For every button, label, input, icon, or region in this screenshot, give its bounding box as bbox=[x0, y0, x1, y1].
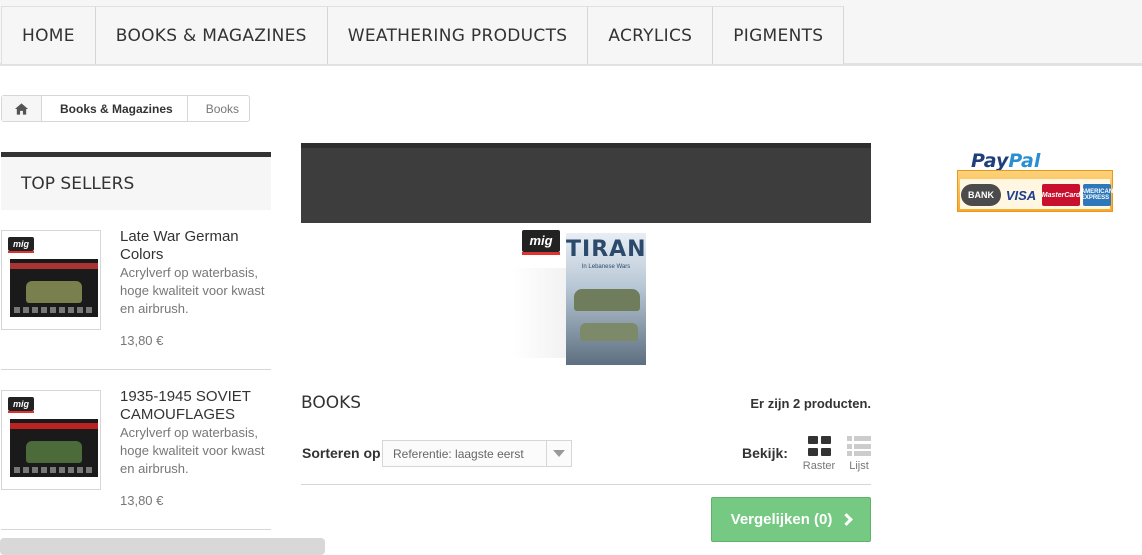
top-seller-item: mig Late War German Colors Acrylverf op … bbox=[1, 210, 271, 370]
product-price: 13,80 € bbox=[120, 333, 164, 348]
horizontal-scrollbar[interactable] bbox=[0, 538, 325, 555]
payment-cards-strip: BANK VISA MasterCard AMERICAN EXPRESS bbox=[957, 170, 1113, 212]
brand-logo: mig bbox=[8, 397, 34, 413]
top-menu: HOME BOOKS & MAGAZINES WEATHERING PRODUC… bbox=[1, 6, 845, 64]
top-navigation: HOME BOOKS & MAGAZINES WEATHERING PRODUC… bbox=[0, 0, 1142, 66]
compare-label: Vergelijken (0) bbox=[730, 511, 833, 528]
product-title[interactable]: Late War German Colors bbox=[120, 228, 270, 264]
compare-button[interactable]: Vergelijken (0) bbox=[711, 497, 871, 542]
product-description: Acrylverf op waterbasis, hoge kwaliteit … bbox=[120, 265, 265, 316]
top-sellers-heading[interactable]: TOP SELLERS bbox=[1, 152, 271, 210]
chevron-down-icon[interactable] bbox=[546, 441, 571, 466]
brand-logo: mig bbox=[522, 230, 560, 255]
nav-item-pigments[interactable]: PIGMENTS bbox=[713, 7, 845, 64]
view-list-button[interactable]: Lijst bbox=[839, 436, 879, 476]
list-icon bbox=[847, 436, 871, 456]
breadcrumb-item-books-magazines[interactable]: Books & Magazines bbox=[42, 96, 188, 121]
book-cover-title: TIRAN bbox=[566, 237, 646, 262]
sort-selected-value: Referentie: laagste eerst bbox=[393, 446, 524, 461]
product-title[interactable]: 1935-1945 SOVIET CAMOUFLAGES bbox=[120, 388, 270, 424]
nav-item-acrylics[interactable]: ACRYLICS bbox=[588, 7, 714, 64]
sort-select[interactable]: Referentie: laagste eerst bbox=[382, 440, 572, 467]
paypal-logo[interactable]: PayPal BANK VISA MasterCard AMERICAN EXP… bbox=[957, 150, 1113, 212]
home-icon bbox=[14, 102, 29, 115]
product-description: Acrylverf op waterbasis, hoge kwaliteit … bbox=[120, 425, 265, 476]
view-grid-label: Raster bbox=[802, 460, 836, 472]
divider bbox=[301, 484, 871, 485]
book-cover: TIRAN In Lebanese Wars bbox=[566, 233, 646, 365]
product-thumbnail[interactable]: mig bbox=[1, 230, 101, 330]
breadcrumb-home[interactable] bbox=[2, 96, 42, 121]
view-grid-button[interactable]: Raster bbox=[799, 436, 839, 476]
product-box-image bbox=[10, 259, 98, 317]
nav-item-books-magazines[interactable]: BOOKS & MAGAZINES bbox=[95, 7, 328, 64]
breadcrumb: Books & Magazines Books bbox=[1, 95, 251, 122]
amex-icon: AMERICAN EXPRESS bbox=[1081, 184, 1113, 206]
category-heading: BOOKS bbox=[301, 393, 362, 413]
visa-icon: VISA bbox=[1005, 187, 1037, 203]
product-thumbnail[interactable]: mig bbox=[1, 390, 101, 490]
grid-icon bbox=[807, 436, 831, 456]
nav-item-weathering-products[interactable]: WEATHERING PRODUCTS bbox=[327, 7, 589, 64]
mastercard-icon: MasterCard bbox=[1042, 184, 1080, 206]
paypal-wordmark: PayPal bbox=[971, 150, 1041, 172]
product-price: 13,80 € bbox=[120, 493, 164, 508]
nav-item-home[interactable]: HOME bbox=[2, 7, 96, 64]
bank-icon: BANK bbox=[961, 184, 1001, 206]
category-banner bbox=[301, 143, 871, 223]
breadcrumb-item-books: Books bbox=[205, 101, 240, 116]
view-label: Bekijk: bbox=[742, 445, 788, 461]
brand-logo: mig bbox=[8, 237, 34, 253]
top-seller-item: mig 1935-1945 SOVIET CAMOUFLAGES Acrylve… bbox=[1, 370, 271, 530]
chevron-right-icon bbox=[840, 513, 854, 526]
book-cover-subtitle: In Lebanese Wars bbox=[581, 264, 631, 270]
product-count: Er zijn 2 producten. bbox=[750, 396, 871, 411]
product-box-image bbox=[10, 419, 98, 477]
sort-label: Sorteren op bbox=[302, 445, 381, 461]
category-image: mig TIRAN In Lebanese Wars bbox=[512, 228, 652, 365]
view-list-label: Lijst bbox=[849, 460, 869, 472]
